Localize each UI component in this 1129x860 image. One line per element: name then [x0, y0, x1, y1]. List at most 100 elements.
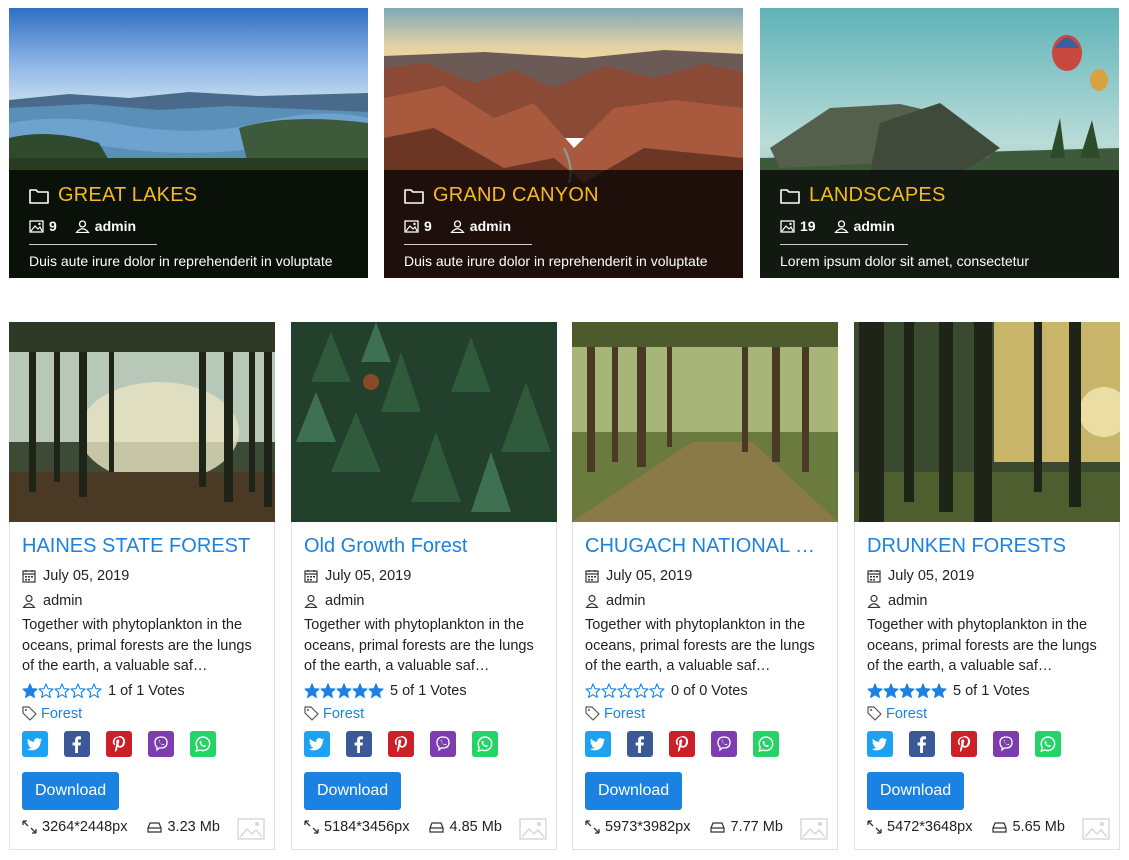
card-title[interactable]: CHUGACH NATIONAL … — [585, 535, 829, 558]
viber-share-button[interactable] — [430, 730, 456, 757]
image-card: Old Growth Forest July 05, 2019 admin To… — [291, 322, 557, 850]
viber-icon — [999, 735, 1013, 752]
twitter-share-button[interactable] — [304, 730, 330, 757]
star-filled-icon[interactable] — [22, 682, 38, 699]
category-overlay: GREAT LAKES 9 admin Duis aute irure dolo… — [9, 170, 368, 278]
card-thumbnail[interactable] — [291, 322, 557, 522]
card-excerpt: Together with phytoplankton in the ocean… — [867, 617, 1097, 674]
star-empty-icon[interactable] — [38, 682, 54, 699]
whatsapp-share-button[interactable] — [1035, 730, 1061, 757]
star-filled-icon[interactable] — [915, 682, 931, 699]
twitter-share-button[interactable] — [867, 730, 893, 757]
twitter-share-button[interactable] — [22, 730, 48, 757]
image-placeholder-icon — [1082, 818, 1110, 840]
card-tag[interactable]: Forest — [867, 706, 1111, 722]
whatsapp-share-button[interactable] — [190, 730, 216, 757]
card-tag[interactable]: Forest — [22, 706, 266, 722]
category-meta: 19 admin — [780, 218, 1099, 234]
card-date: July 05, 2019 — [304, 568, 548, 584]
star-empty-icon[interactable] — [649, 682, 665, 699]
star-filled-icon[interactable] — [320, 682, 336, 699]
hard-drive-icon — [429, 821, 445, 833]
star-empty-icon[interactable] — [617, 682, 633, 699]
pinterest-share-button[interactable] — [951, 730, 977, 757]
facebook-share-button[interactable] — [64, 730, 90, 757]
pinterest-share-button[interactable] — [106, 730, 132, 757]
size-text: 4.85 Mb — [449, 818, 502, 835]
category-author: admin — [75, 218, 136, 234]
viber-share-button[interactable] — [993, 730, 1019, 757]
card-tag[interactable]: Forest — [304, 706, 548, 722]
star-filled-icon[interactable] — [352, 682, 368, 699]
star-rating[interactable] — [867, 682, 947, 699]
category-card-great-lakes[interactable]: GREAT LAKES 9 admin Duis aute irure dolo… — [9, 8, 368, 278]
star-filled-icon[interactable] — [304, 682, 320, 699]
whatsapp-icon — [195, 735, 211, 752]
pinterest-share-button[interactable] — [669, 730, 695, 757]
card-body: CHUGACH NATIONAL … July 05, 2019 admin T… — [585, 535, 829, 835]
category-author: admin — [450, 218, 511, 234]
expand-icon — [585, 819, 600, 834]
share-buttons — [867, 730, 1111, 757]
star-filled-icon[interactable] — [899, 682, 915, 699]
user-icon — [75, 219, 90, 233]
card-rating: 5 of 1 Votes — [867, 683, 1111, 699]
star-filled-icon[interactable] — [867, 682, 883, 699]
star-empty-icon[interactable] — [585, 682, 601, 699]
viber-icon — [436, 735, 450, 752]
card-thumbnail[interactable] — [572, 322, 838, 522]
image-card: DRUNKEN FORESTS July 05, 2019 admin Toge… — [854, 322, 1120, 850]
star-rating[interactable] — [22, 682, 102, 699]
download-button[interactable]: Download — [867, 771, 965, 810]
category-card-landscapes[interactable]: LANDSCAPES 19 admin Lorem ipsum dolor si… — [760, 8, 1119, 278]
author-name: admin — [853, 218, 895, 234]
facebook-share-button[interactable] — [627, 730, 653, 757]
category-card-grand-canyon[interactable]: GRAND CANYON 9 admin Duis aute irure dol… — [384, 8, 743, 278]
image-dimensions: 3264*2448px — [22, 819, 127, 835]
download-button[interactable]: Download — [585, 771, 683, 810]
category-title[interactable]: LANDSCAPES — [809, 184, 946, 207]
star-empty-icon[interactable] — [86, 682, 102, 699]
whatsapp-share-button[interactable] — [472, 730, 498, 757]
twitter-share-button[interactable] — [585, 730, 611, 757]
card-title[interactable]: HAINES STATE FOREST — [22, 535, 266, 558]
download-button[interactable]: Download — [304, 771, 402, 810]
viber-icon — [717, 735, 731, 752]
card-tag[interactable]: Forest — [585, 706, 829, 722]
card-title[interactable]: DRUNKEN FORESTS — [867, 535, 1111, 558]
viber-share-button[interactable] — [148, 730, 174, 757]
pinterest-share-button[interactable] — [388, 730, 414, 757]
star-filled-icon[interactable] — [336, 682, 352, 699]
facebook-share-button[interactable] — [909, 730, 935, 757]
category-overlay: LANDSCAPES 19 admin Lorem ipsum dolor si… — [760, 170, 1119, 278]
author-name: admin — [606, 593, 646, 609]
size-text: 3.23 Mb — [167, 818, 220, 835]
category-title[interactable]: GREAT LAKES — [58, 184, 197, 207]
image-icon — [29, 219, 44, 233]
card-thumbnail[interactable] — [9, 322, 275, 522]
facebook-share-button[interactable] — [346, 730, 372, 757]
category-title[interactable]: GRAND CANYON — [433, 184, 599, 207]
card-thumbnail[interactable] — [854, 322, 1120, 522]
star-rating[interactable] — [585, 682, 665, 699]
rating-text: 0 of 0 Votes — [671, 682, 748, 699]
star-empty-icon[interactable] — [54, 682, 70, 699]
star-empty-icon[interactable] — [633, 682, 649, 699]
card-title[interactable]: Old Growth Forest — [304, 535, 548, 558]
star-empty-icon[interactable] — [70, 682, 86, 699]
whatsapp-share-button[interactable] — [753, 730, 779, 757]
star-rating[interactable] — [304, 682, 384, 699]
card-date: July 05, 2019 — [585, 568, 829, 584]
star-filled-icon[interactable] — [931, 682, 947, 699]
card-excerpt: Together with phytoplankton in the ocean… — [304, 617, 534, 674]
tag-icon — [867, 706, 882, 721]
dimensions-text: 5973*3982px — [605, 818, 691, 835]
star-empty-icon[interactable] — [601, 682, 617, 699]
pinterest-icon — [394, 735, 408, 752]
viber-share-button[interactable] — [711, 730, 737, 757]
download-button[interactable]: Download — [22, 771, 120, 810]
date-text: July 05, 2019 — [606, 568, 693, 584]
star-filled-icon[interactable] — [368, 682, 384, 699]
star-filled-icon[interactable] — [883, 682, 899, 699]
card-body: Old Growth Forest July 05, 2019 admin To… — [304, 535, 548, 835]
